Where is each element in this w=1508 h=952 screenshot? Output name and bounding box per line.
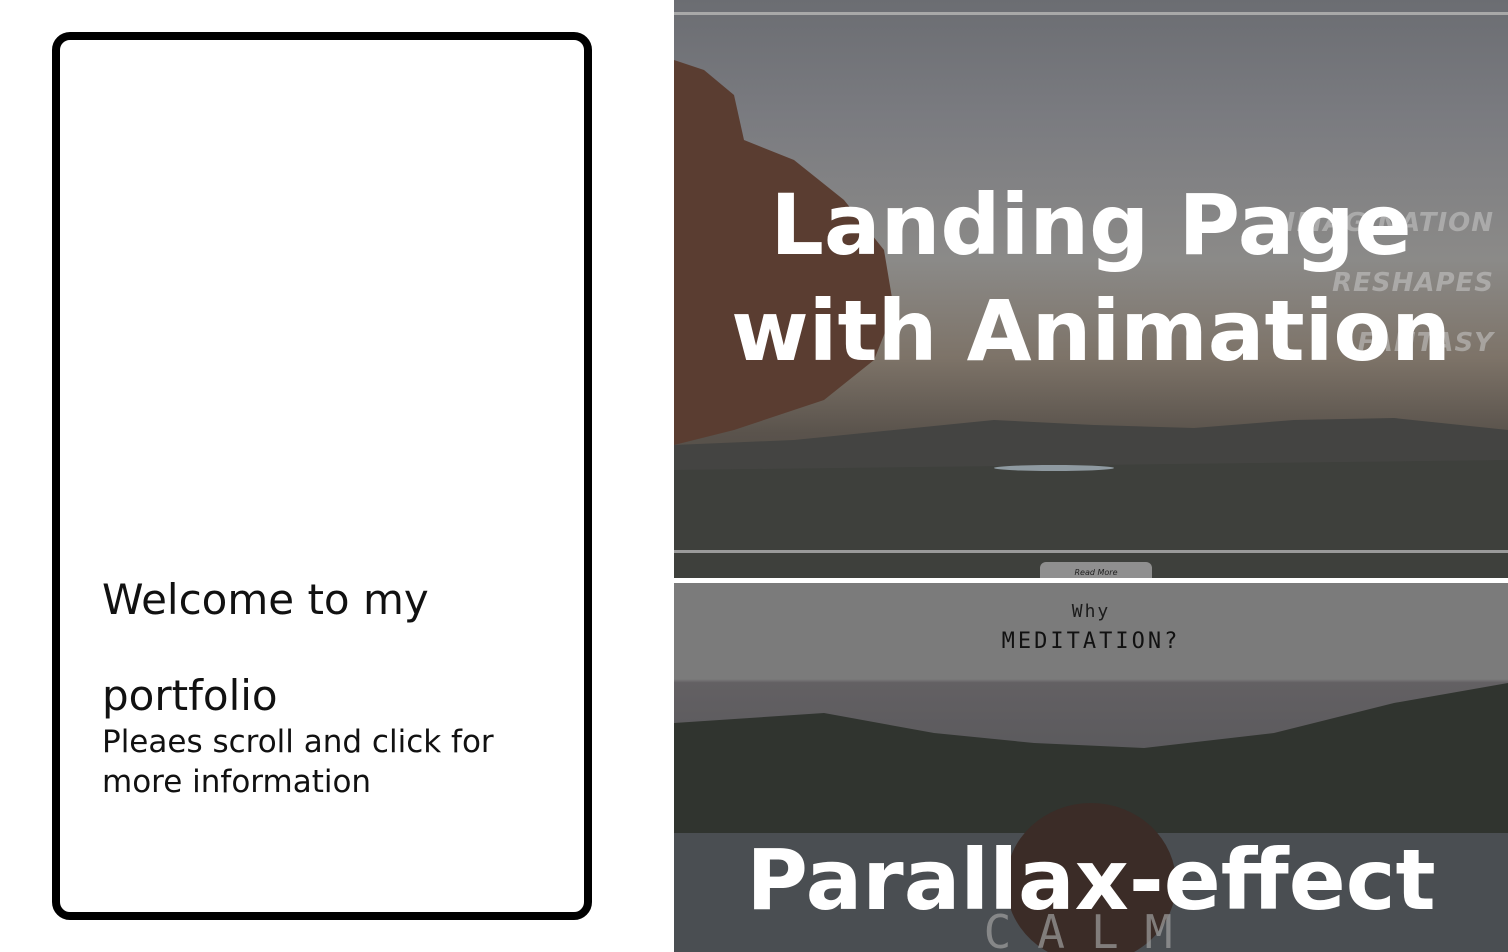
project-title-landing: Landing Page with Animation	[731, 176, 1451, 380]
nav-line-bottom	[674, 550, 1508, 553]
lake-shape	[994, 465, 1114, 471]
project-card-parallax[interactable]: Why MEDITATION? Parallax-effect CALM	[674, 583, 1508, 952]
intro-card: Welcome to my portfolio Pleaes scroll an…	[52, 32, 592, 920]
project-card-landing-page[interactable]: IMAGINATION RESHAPES FANTASY Landing Pag…	[674, 0, 1508, 578]
welcome-heading: Welcome to my portfolio	[102, 575, 429, 720]
calm-text: CALM	[983, 905, 1199, 952]
scroll-instruction: Pleaes scroll and click for more informa…	[102, 724, 494, 800]
valley-shape	[674, 460, 1508, 578]
read-more-button[interactable]: Read More	[1040, 562, 1152, 578]
portfolio-page: Welcome to my portfolio Pleaes scroll an…	[0, 0, 1508, 952]
